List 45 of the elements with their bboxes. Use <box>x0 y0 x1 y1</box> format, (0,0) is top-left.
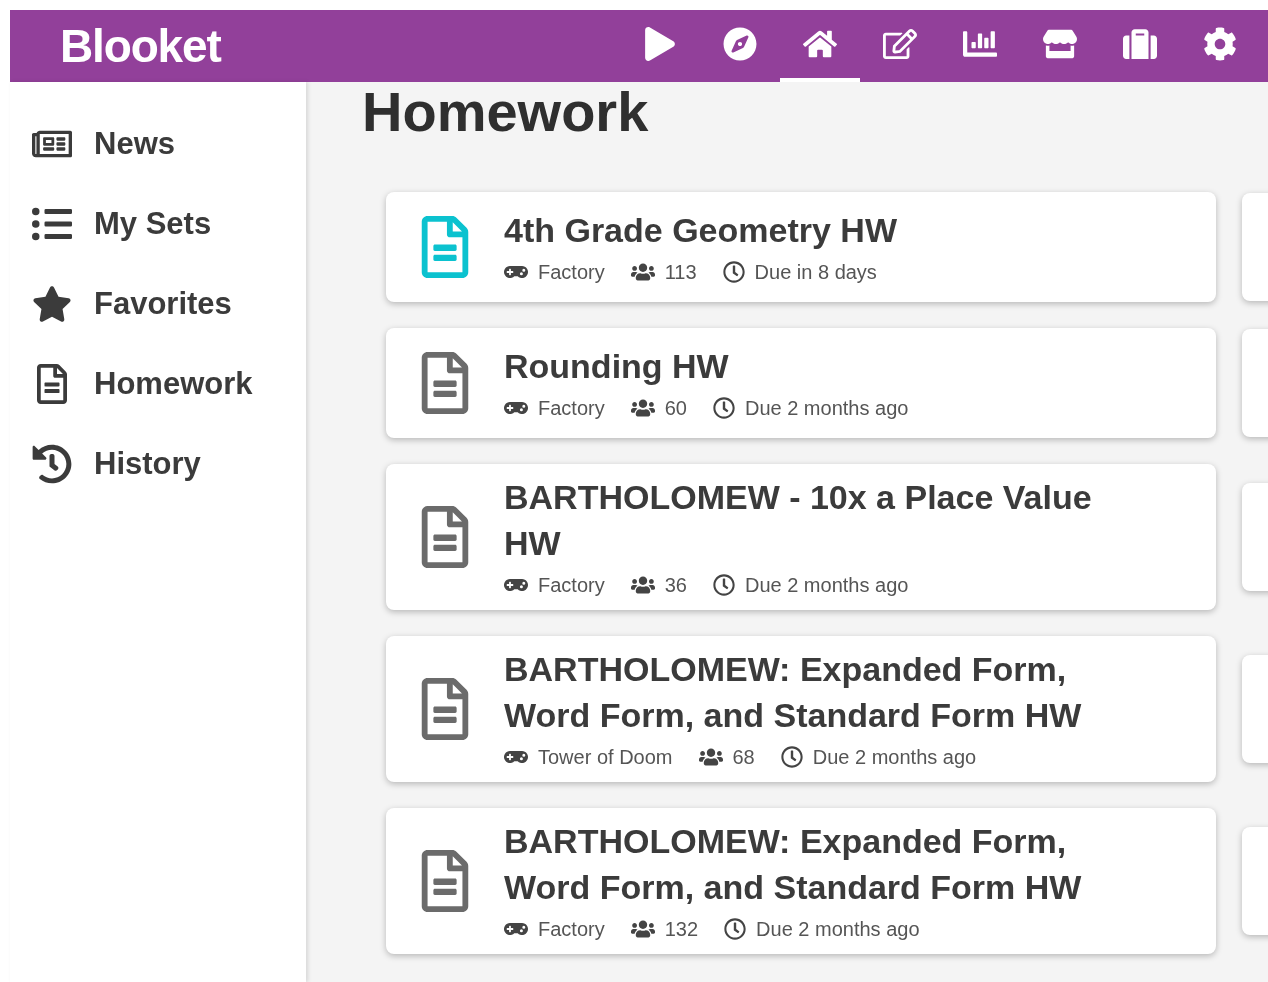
player-count: 36 <box>664 573 687 598</box>
history-icon <box>32 444 72 484</box>
clock-icon <box>712 574 735 596</box>
sidebar-item[interactable]: News <box>32 122 306 166</box>
edit-icon <box>883 27 917 61</box>
game-mode: Factory <box>538 573 605 598</box>
player-count: 60 <box>664 396 687 421</box>
homework-title: 4th Grade Geometry HW <box>504 210 897 251</box>
page-title: Homework <box>362 84 650 140</box>
homework-title: BARTHOLOMEW - 10x a Place Value HW <box>504 477 1093 564</box>
homework-card[interactable]: 4th Grade Geometry HW Factory 113 Due in 8 days <box>386 192 1216 302</box>
clock-icon <box>780 746 803 768</box>
game-mode: Factory <box>538 396 605 421</box>
clock-icon <box>724 918 747 940</box>
due-date: Due 2 months ago <box>744 396 909 421</box>
clock-icon <box>712 397 735 419</box>
logo[interactable]: Blooket <box>60 11 221 81</box>
compass-icon <box>723 27 757 61</box>
player-count: 132 <box>664 917 699 942</box>
homework-card[interactable]: BARTHOLOMEW - 10x a Place Value HW Factory 36 Due 2 months ago <box>386 464 1216 610</box>
settings-icon <box>1203 27 1237 61</box>
homework-title: BARTHOLOMEW: Expanded Form, Word Form, and Standard Form HW <box>504 821 1083 908</box>
sidebar-item[interactable]: Favorites <box>32 282 306 326</box>
sidebar-item[interactable]: History <box>32 442 306 486</box>
game-mode: Factory <box>538 260 605 285</box>
homework-title: BARTHOLOMEW: Expanded Form, Word Form, and Standard Form HW <box>504 649 1083 736</box>
homework-card[interactable]: BARTHOLOMEW: Expanded Form, Word Form, and Standard Form HW Tower of Doom 68 Due 2 months ago <box>386 636 1216 782</box>
game-mode: Factory <box>538 917 605 942</box>
due-date: Due 2 months ago <box>812 745 977 770</box>
sidebar-item[interactable]: Homework <box>32 362 306 406</box>
star-icon <box>32 284 72 324</box>
due-date: Due 2 months ago <box>744 573 909 598</box>
store-icon <box>1043 27 1077 61</box>
suitcase-icon <box>1123 27 1157 61</box>
homework-title: Rounding HW <box>504 346 730 387</box>
clock-icon <box>722 261 745 283</box>
play-icon <box>643 27 677 61</box>
sidebar-item[interactable]: My Sets <box>32 202 306 246</box>
due-date: Due in 8 days <box>754 260 877 285</box>
player-count: 113 <box>664 260 697 285</box>
game-mode: Tower of Doom <box>538 745 673 770</box>
due-date: Due 2 months ago <box>756 917 920 942</box>
homework-card[interactable]: Rounding HW Factory 60 Due 2 months ago <box>386 328 1216 438</box>
player-count: 68 <box>732 745 755 770</box>
homework-card[interactable]: BARTHOLOMEW: Expanded Form, Word Form, and Standard Form HW Factory 132 Due 2 months ago <box>386 808 1216 954</box>
